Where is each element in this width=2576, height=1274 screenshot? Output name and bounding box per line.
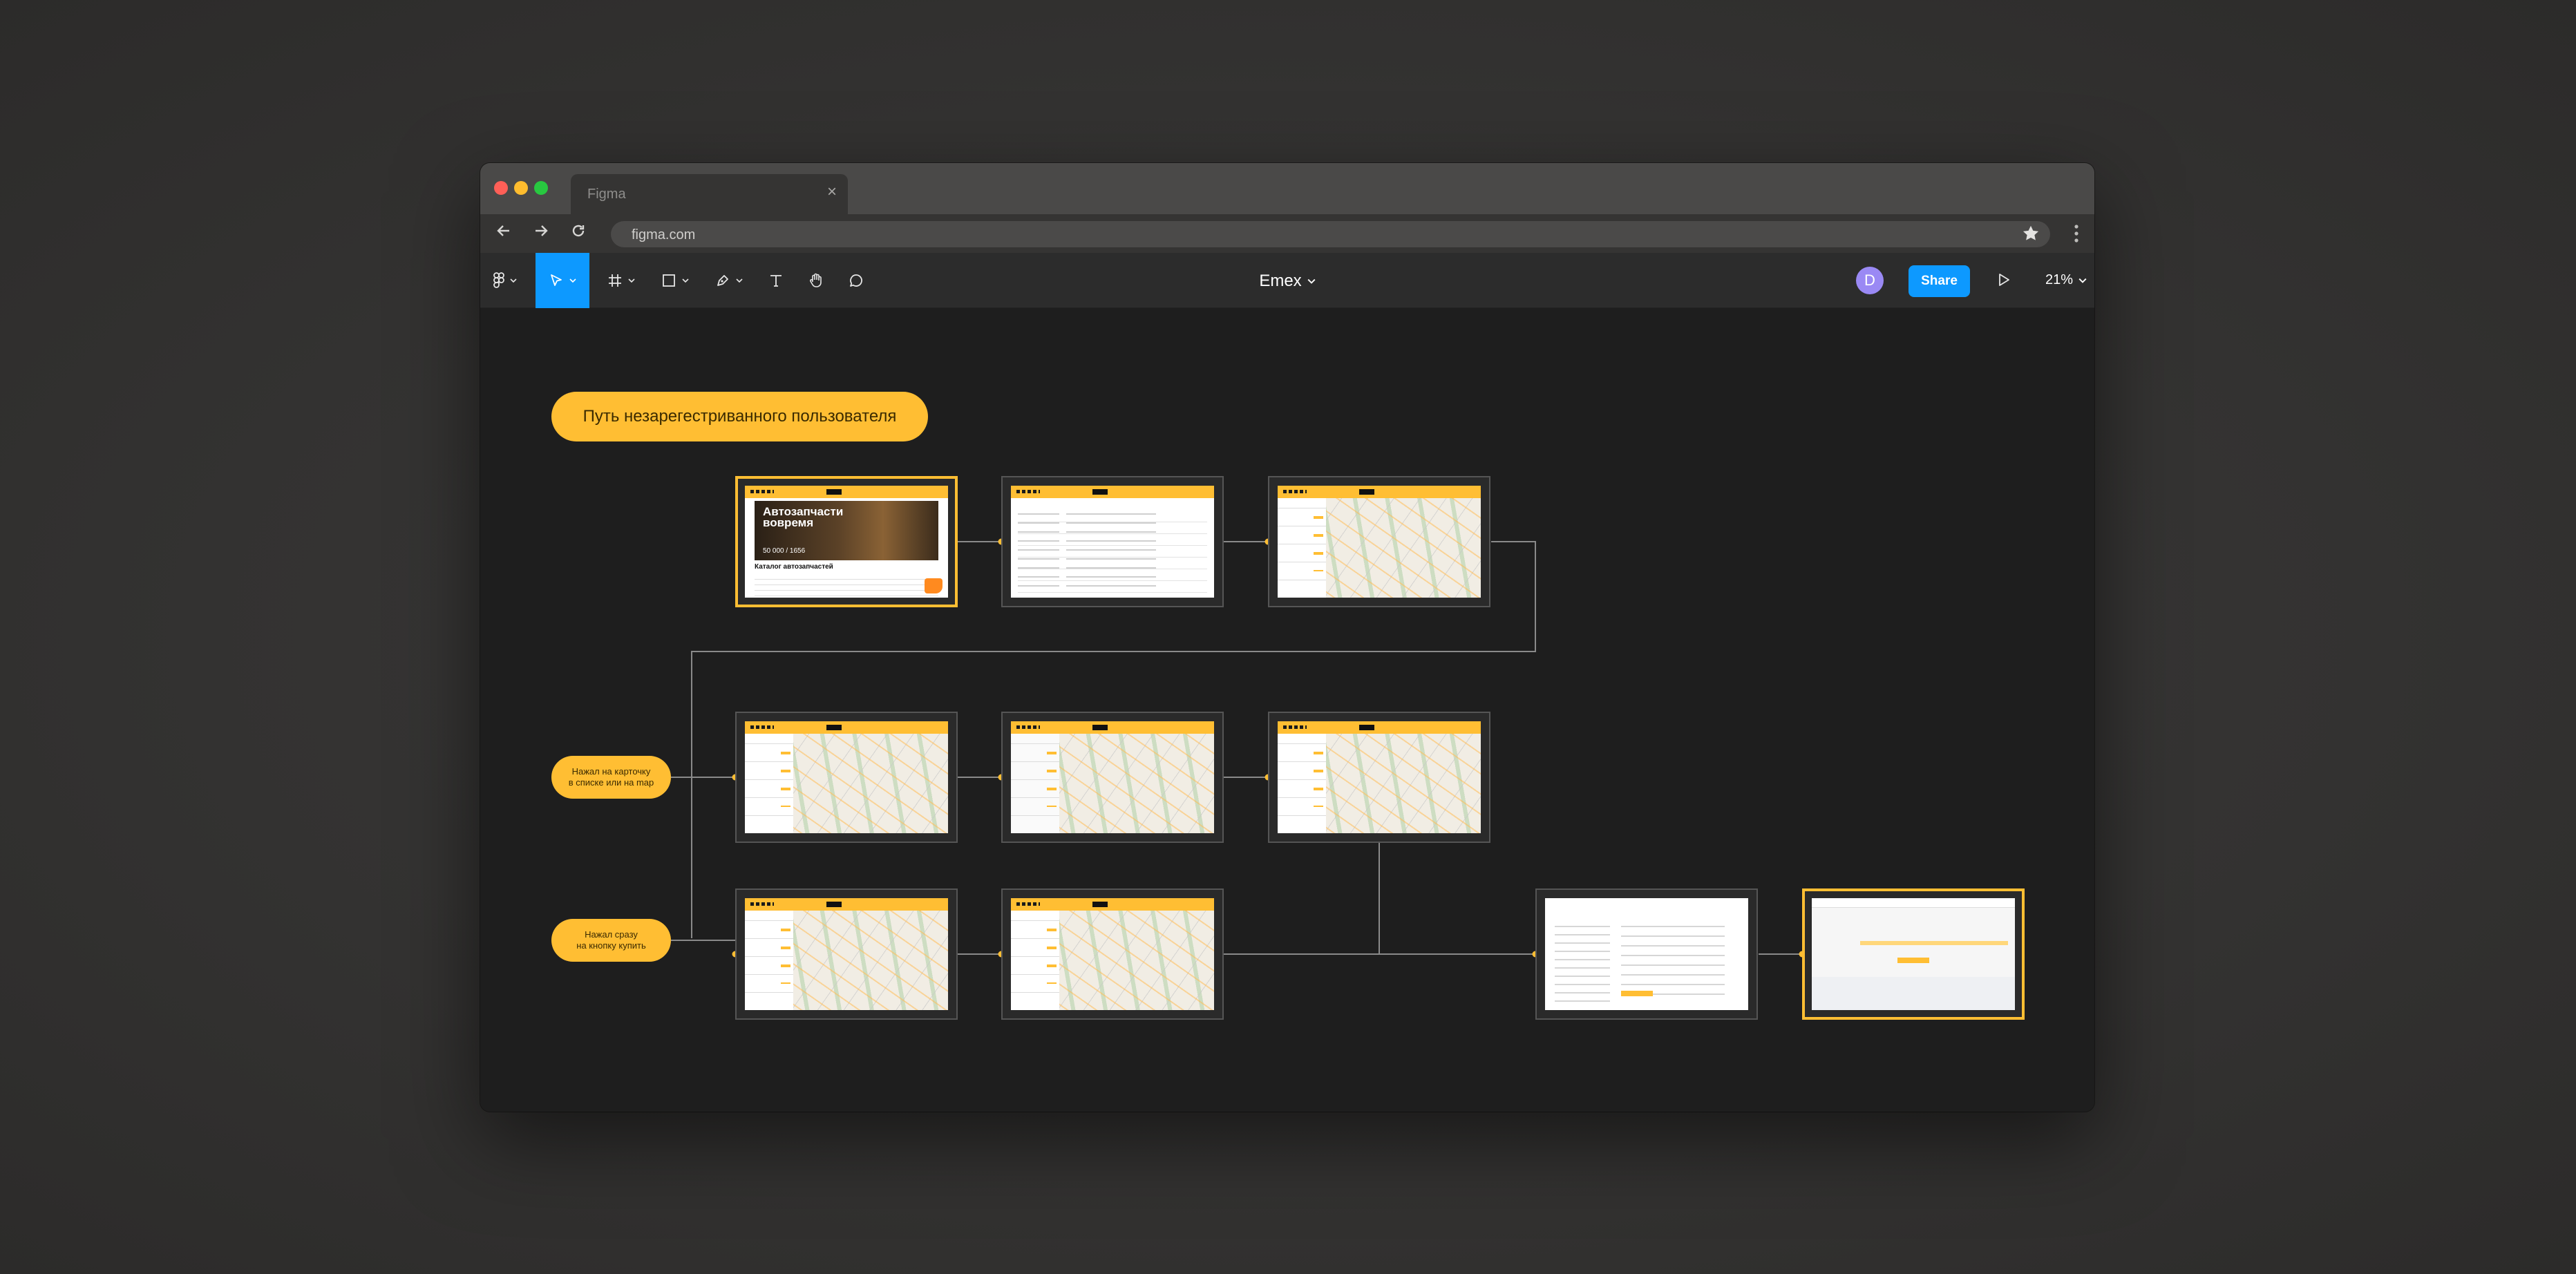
frame-home-page[interactable]: Автозапчасти вовремя 50 000 / 1656 Катал… (735, 476, 958, 607)
maximize-window-button[interactable] (534, 181, 548, 195)
offers-sidebar (745, 734, 793, 833)
reload-icon[interactable] (570, 222, 587, 242)
tab-title: Figma (587, 187, 626, 202)
frame-map-preview (1011, 898, 1214, 1010)
browser-navbar: figma.com (480, 214, 2094, 253)
catalog-title: Каталог автозапчастей (755, 563, 833, 571)
offers-sidebar (1278, 498, 1326, 598)
browser-window: Figma × figma.com Emex D Share 21% Путь … (480, 163, 2094, 1112)
site-header (745, 721, 948, 734)
branch-label-line: на кнопку купить (576, 940, 646, 951)
figma-canvas[interactable]: Путь незарегестриванного пользователя На… (480, 308, 2094, 1112)
frame-map-preview (1278, 486, 1481, 598)
avatar[interactable]: D (1856, 267, 1884, 294)
browser-menu-icon[interactable] (2074, 224, 2079, 246)
tab-close-icon[interactable]: × (827, 184, 837, 200)
frame-map-card-detail[interactable] (1001, 712, 1224, 843)
figma-toolbar: Emex D Share 21% (480, 253, 2094, 308)
back-arrow-icon[interactable] (495, 222, 512, 242)
hero-title-line: вовремя (763, 516, 814, 529)
address-bar[interactable]: figma.com (611, 221, 2050, 247)
branch-label-line: Нажал на карточку (571, 766, 651, 777)
site-header (745, 486, 948, 498)
decorative-shape (925, 578, 943, 593)
login-column (1555, 926, 1610, 1003)
register-button-preview (1621, 991, 1653, 996)
hero-stat: 50 000 / 1656 (763, 547, 806, 555)
cart-item-row (1860, 941, 2008, 945)
site-header (1011, 721, 1214, 734)
tab-strip: Figma × (480, 163, 2094, 214)
document-title-text: Emex (1259, 272, 1302, 290)
frame-map-buy[interactable] (735, 888, 958, 1020)
site-header (1812, 898, 2015, 908)
catalog-grid (755, 574, 938, 596)
frame-map-buy-popup[interactable] (1001, 888, 1224, 1020)
frame-cart-preview (1812, 898, 2015, 1010)
chevron-down-icon (1307, 278, 1316, 284)
table-rows (1018, 511, 1207, 593)
flow-section-title-text: Путь незарегестриванного пользователя (583, 407, 897, 426)
site-header (1011, 486, 1214, 498)
forward-arrow-icon[interactable] (533, 222, 549, 242)
frame-map-list[interactable] (1268, 476, 1490, 607)
frame-parts-table-preview (1011, 486, 1214, 598)
frame-cart[interactable] (1802, 888, 2025, 1020)
frame-map-store-popup[interactable] (1268, 712, 1490, 843)
bookmark-star-icon[interactable] (2021, 224, 2040, 246)
site-header (1278, 486, 1481, 498)
url-text: figma.com (632, 227, 696, 243)
share-button[interactable]: Share (1909, 265, 1970, 297)
play-icon[interactable] (1996, 272, 2011, 292)
frame-home-preview: Автозапчасти вовремя 50 000 / 1656 Катал… (745, 486, 948, 598)
site-header (1278, 721, 1481, 734)
flow-section-title[interactable]: Путь незарегестриванного пользователя (551, 392, 928, 441)
frame-auth-preview (1545, 898, 1748, 1010)
document-title[interactable]: Emex (480, 272, 2094, 291)
site-header (1011, 898, 1214, 911)
offers-sidebar (745, 911, 793, 1010)
hero-banner: Автозапчасти вовремя 50 000 / 1656 (755, 501, 938, 560)
cart-footer (1812, 977, 2015, 1010)
zoom-menu[interactable]: 21% (2045, 272, 2087, 288)
offers-sidebar (1278, 734, 1326, 833)
close-window-button[interactable] (494, 181, 508, 195)
branch-label-line: Нажал сразу (585, 929, 638, 940)
branch-label-buy-click[interactable]: Нажал сразу на кнопку купить (551, 919, 671, 962)
frame-map-card[interactable] (735, 712, 958, 843)
branch-label-line: в списке или на map (568, 777, 654, 788)
browser-tab[interactable]: Figma × (571, 174, 848, 214)
checkout-button-preview (1897, 958, 1929, 963)
minimize-window-button[interactable] (514, 181, 528, 195)
frame-map-preview (1011, 721, 1214, 833)
offers-sidebar (1011, 734, 1059, 833)
chevron-down-icon (2078, 278, 2087, 283)
frame-parts-table[interactable] (1001, 476, 1224, 607)
frame-map-preview (1278, 721, 1481, 833)
branch-label-card-click[interactable]: Нажал на карточку в списке или на map (551, 756, 671, 799)
frame-map-preview (745, 898, 948, 1010)
offers-sidebar (1011, 911, 1059, 1010)
site-header (745, 898, 948, 911)
zoom-level: 21% (2045, 272, 2074, 287)
frame-map-preview (745, 721, 948, 833)
frame-auth-register[interactable] (1535, 888, 1758, 1020)
